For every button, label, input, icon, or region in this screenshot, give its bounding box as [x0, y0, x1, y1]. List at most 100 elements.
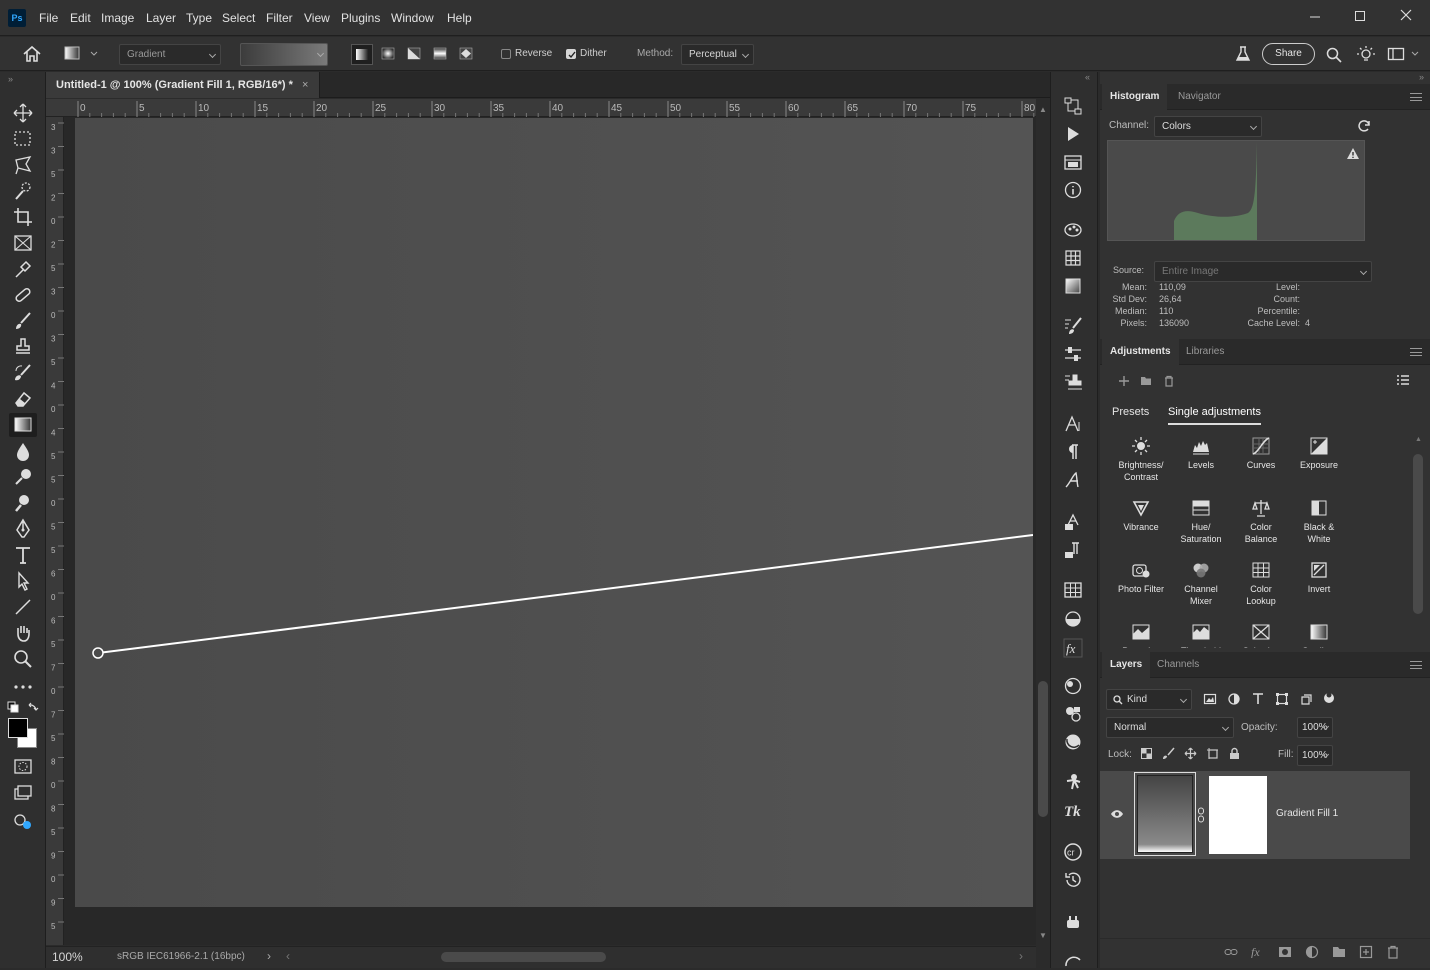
eraser-tool-icon[interactable]	[12, 388, 34, 410]
status-expand-icon[interactable]: ›	[267, 949, 271, 963]
paragraph-styles-icon[interactable]	[1063, 540, 1083, 560]
diamond-gradient-button[interactable]	[456, 44, 476, 64]
menu-help[interactable]: Help	[447, 11, 472, 25]
adjustments-scrollbar[interactable]: ▲	[1412, 436, 1426, 646]
histogram-panel-menu-icon[interactable]	[1410, 93, 1422, 101]
gradient-line-overlay[interactable]	[75, 118, 1033, 907]
typekit-icon[interactable]: Tk	[1063, 800, 1083, 820]
pen-tool-icon[interactable]	[12, 518, 34, 540]
tab-presets[interactable]: Presets	[1112, 406, 1149, 418]
layer-effects-fx-icon[interactable]: fx	[1251, 944, 1265, 958]
adjustments-panel-menu-icon[interactable]	[1410, 348, 1422, 356]
adjustment-color-balance[interactable]: Color Balance	[1232, 498, 1290, 545]
nodes-icon[interactable]	[1063, 96, 1083, 116]
list-view-icon[interactable]	[1396, 374, 1410, 386]
adjustment-posterize[interactable]: Posterize	[1112, 622, 1170, 648]
tab-layers[interactable]: Layers	[1102, 652, 1151, 678]
home-icon[interactable]	[22, 45, 42, 63]
adjustments-scroll-thumb[interactable]	[1413, 454, 1423, 614]
crop-tool-icon[interactable]	[12, 206, 34, 228]
layer-kind-filter[interactable]: Kind	[1106, 689, 1192, 710]
layer-mask-thumbnail[interactable]	[1209, 776, 1267, 854]
maximize-button[interactable]	[1349, 6, 1371, 28]
share-button[interactable]: Share	[1262, 43, 1315, 65]
horizontal-scroll-thumb[interactable]	[441, 952, 606, 962]
default-colors-icon[interactable]	[7, 701, 19, 713]
gradient-editor-swatch[interactable]	[240, 43, 328, 66]
smudge-tool-icon[interactable]	[12, 492, 34, 514]
zoom-tool-icon[interactable]	[12, 648, 34, 670]
filter-toggle-icon[interactable]	[1322, 690, 1336, 706]
info-icon[interactable]	[1063, 180, 1083, 200]
menu-edit[interactable]: Edit	[70, 11, 91, 25]
add-preset-icon[interactable]	[1118, 375, 1130, 387]
swap-colors-icon[interactable]	[27, 701, 39, 713]
adjustment-gradient-map[interactable]: Gradient	[1290, 622, 1348, 648]
filter-pixel-icon[interactable]	[1203, 692, 1217, 706]
adjustment-sun[interactable]: Brightness/ Contrast	[1112, 436, 1170, 483]
gradients-panel-icon[interactable]	[1063, 276, 1083, 296]
marquee-tool-icon[interactable]	[12, 128, 34, 150]
menu-window[interactable]: Window	[391, 11, 434, 25]
adjustment-curves[interactable]: Curves	[1232, 436, 1290, 471]
tab-adjustments[interactable]: Adjustments	[1102, 339, 1179, 365]
gradient-tool-icon[interactable]	[9, 413, 37, 437]
lock-artboard-icon[interactable]	[1206, 747, 1219, 760]
collapse-strip-icon[interactable]: «	[1085, 72, 1090, 82]
blend-mode-dropdown[interactable]: Normal	[1106, 717, 1234, 738]
shapes-icon[interactable]	[1063, 704, 1083, 724]
layer-name[interactable]: Gradient Fill 1	[1276, 808, 1338, 819]
extra-panel-icon[interactable]	[1063, 950, 1083, 970]
tab-single-adjustments[interactable]: Single adjustments	[1168, 406, 1261, 425]
fill-dropdown-icon[interactable]	[1318, 745, 1334, 766]
menu-image[interactable]: Image	[101, 11, 134, 25]
plugins-icon[interactable]	[1063, 912, 1083, 932]
new-layer-icon[interactable]	[1359, 945, 1373, 959]
quick-mask-icon[interactable]	[12, 756, 34, 778]
lock-transparent-icon[interactable]	[1140, 747, 1153, 760]
swatches-icon[interactable]	[1063, 248, 1083, 268]
document-tab[interactable]: Untitled-1 @ 100% (Gradient Fill 1, RGB/…	[46, 72, 320, 98]
collapse-panels-icon[interactable]: »	[1419, 72, 1424, 82]
healing-brush-tool-icon[interactable]	[12, 284, 34, 306]
tab-navigator[interactable]: Navigator	[1170, 84, 1229, 110]
tab-libraries[interactable]: Libraries	[1178, 339, 1232, 365]
adjustment-photo-filter[interactable]: Photo Filter	[1112, 560, 1170, 595]
path-selection-tool-icon[interactable]	[12, 570, 34, 592]
blur-tool-icon[interactable]	[12, 440, 34, 462]
adjustment-exposure[interactable]: Exposure	[1290, 436, 1348, 471]
link-layers-icon[interactable]	[1224, 945, 1238, 959]
vertical-scrollbar[interactable]: ▲ ▼	[1036, 99, 1050, 945]
adjustment-hue-saturation[interactable]: Hue/ Saturation	[1172, 498, 1230, 545]
adjustments-sliders-icon[interactable]	[1063, 344, 1083, 364]
cache-warning-icon[interactable]	[1346, 147, 1360, 160]
menu-select[interactable]: Select	[222, 11, 255, 25]
clone-stamp-tool-icon[interactable]	[12, 336, 34, 358]
layers-panel-menu-icon[interactable]	[1410, 661, 1422, 669]
3d-icon[interactable]	[1063, 676, 1083, 696]
paragraph-icon[interactable]	[1063, 442, 1083, 462]
hand-tool-icon[interactable]	[12, 622, 34, 644]
adjustment-vibrance[interactable]: Vibrance	[1112, 498, 1170, 533]
close-document-icon[interactable]: ×	[302, 72, 308, 98]
brush-settings-icon[interactable]	[1063, 316, 1083, 336]
color-wheel-icon[interactable]	[1063, 220, 1083, 240]
method-dropdown[interactable]: Perceptual	[681, 44, 754, 65]
menu-plugins[interactable]: Plugins	[341, 11, 380, 25]
delete-layer-icon[interactable]	[1386, 945, 1400, 959]
scroll-right-icon[interactable]: ›	[1019, 949, 1023, 963]
history-brush-tool-icon[interactable]	[12, 362, 34, 384]
adjustment-channel-mixer[interactable]: Channel Mixer	[1172, 560, 1230, 607]
quick-selection-tool-icon[interactable]	[12, 180, 34, 202]
lightbulb-icon[interactable]	[1356, 45, 1376, 65]
filter-adjustment-icon[interactable]	[1227, 692, 1241, 706]
menu-file[interactable]: File	[39, 11, 58, 25]
lasso-tool-icon[interactable]	[12, 154, 34, 176]
lock-image-icon[interactable]	[1162, 747, 1175, 760]
adjustment-selective-color[interactable]: Selective	[1232, 622, 1290, 648]
screen-mode-icon[interactable]	[12, 782, 34, 804]
collapse-toolbar-icon[interactable]: »	[8, 74, 13, 84]
filter-smart-object-icon[interactable]	[1299, 692, 1313, 706]
folder-icon[interactable]	[1140, 376, 1152, 386]
filter-shape-icon[interactable]	[1275, 692, 1289, 706]
